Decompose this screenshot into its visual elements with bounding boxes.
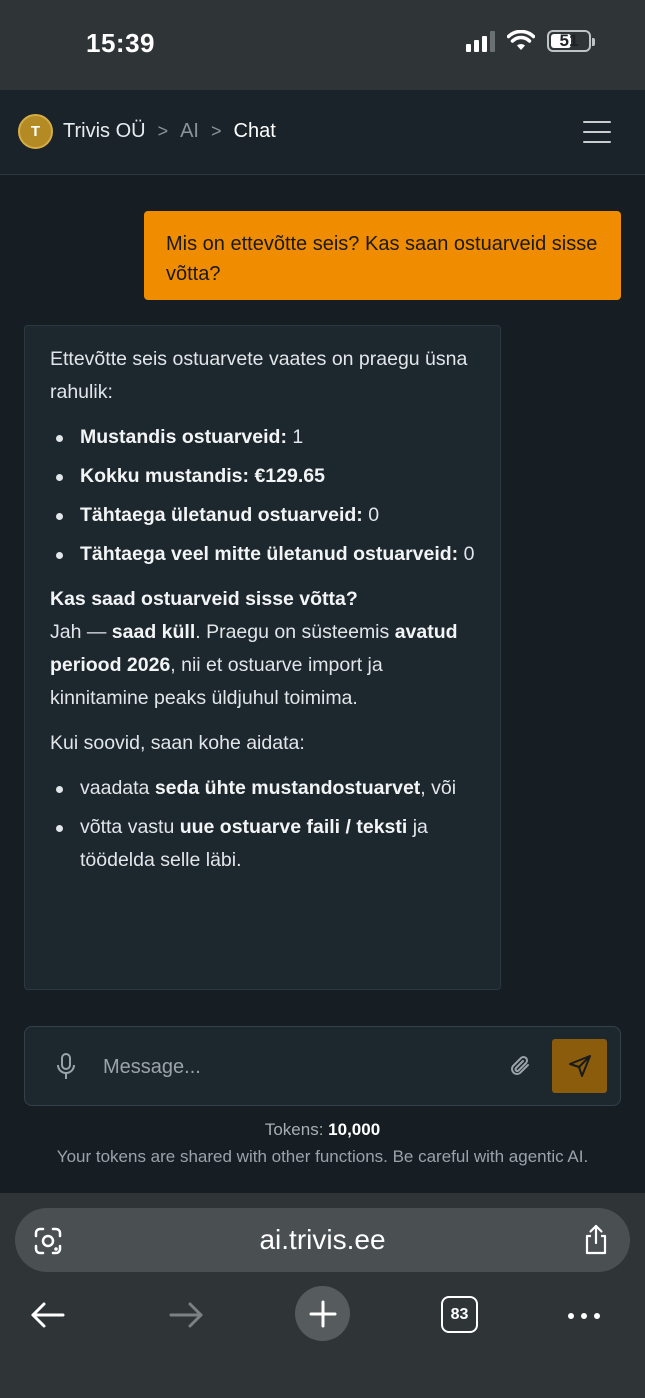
status-time: 15:39 — [86, 28, 155, 58]
tab-switcher-button[interactable]: 83 — [441, 1296, 478, 1333]
paperclip-icon[interactable] — [508, 1054, 534, 1080]
send-icon — [568, 1055, 591, 1077]
app-header: T Trivis OÜ > AI > Chat — [0, 90, 645, 175]
new-tab-button[interactable] — [295, 1286, 350, 1341]
assistant-answer: Kas saad ostuarveid sisse võtta? Jah — s… — [50, 588, 458, 709]
battery-level: 51 — [559, 31, 579, 50]
list-item: võtta vastu uue ostuarve faili / teksti … — [50, 811, 475, 877]
status-icons: 51 — [466, 30, 595, 52]
breadcrumb-company[interactable]: Trivis OÜ — [63, 120, 146, 143]
wifi-icon — [507, 30, 535, 50]
microphone-icon[interactable] — [55, 1053, 77, 1081]
status-bar: 15:39 51 — [0, 0, 645, 90]
plus-icon — [309, 1300, 336, 1327]
assistant-offer: Kui soovid, saan kohe aidata: — [50, 732, 305, 754]
list-item: Kokku mustandis: €129.65 — [50, 460, 475, 493]
cellular-signal-icon — [466, 30, 495, 52]
message-composer — [24, 1026, 621, 1106]
back-arrow-icon[interactable] — [28, 1295, 68, 1335]
hamburger-menu-icon[interactable] — [583, 121, 611, 143]
url-text: ai.trivis.ee — [259, 1224, 386, 1255]
forward-arrow-icon[interactable] — [166, 1295, 206, 1335]
more-options-icon[interactable] — [568, 1313, 600, 1319]
assistant-intro: Ettevõtte seis ostuarvete vaates on prae… — [50, 348, 468, 403]
battery-icon: 51 — [547, 30, 595, 52]
assistant-message-bubble: Ettevõtte seis ostuarvete vaates on prae… — [24, 325, 501, 990]
breadcrumb-ai[interactable]: AI — [180, 120, 199, 143]
tokens-note: Your tokens are shared with other functi… — [56, 1147, 589, 1166]
address-bar[interactable]: ai.trivis.ee — [15, 1208, 630, 1272]
company-avatar[interactable]: T — [18, 114, 53, 149]
chevron-right-icon: > — [211, 121, 222, 141]
user-message-text: Mis on ettevõtte seis? Kas saan ostuarve… — [166, 233, 598, 285]
stats-list: Mustandis ostuarveid: 1 Kokku mustandis:… — [50, 421, 475, 571]
list-item: Tähtaega ületanud ostuarveid: 0 — [50, 499, 475, 532]
list-item: vaadata seda ühte mustandostuarvet, või — [50, 772, 475, 805]
breadcrumb: Trivis OÜ > AI > Chat — [63, 120, 276, 143]
message-input[interactable] — [103, 1049, 493, 1085]
assistant-question: Kas saad ostuarveid sisse võtta? — [50, 588, 358, 610]
tokens-count: Tokens: 10,000 — [264, 1120, 381, 1139]
browser-toolbar: ai.trivis.ee 83 — [0, 1193, 645, 1398]
chevron-right-icon: > — [157, 121, 169, 141]
list-item: Tähtaega veel mitte ületanud ostuarveid:… — [50, 538, 475, 571]
share-icon[interactable] — [582, 1224, 610, 1256]
send-button[interactable] — [552, 1039, 607, 1093]
list-item: Mustandis ostuarveid: 1 — [50, 421, 475, 454]
browser-nav-row: 83 — [0, 1285, 645, 1345]
breadcrumb-chat: Chat — [233, 120, 276, 142]
options-list: vaadata seda ühte mustandostuarvet, või … — [50, 772, 475, 877]
user-message-bubble: Mis on ettevõtte seis? Kas saan ostuarve… — [144, 211, 621, 300]
